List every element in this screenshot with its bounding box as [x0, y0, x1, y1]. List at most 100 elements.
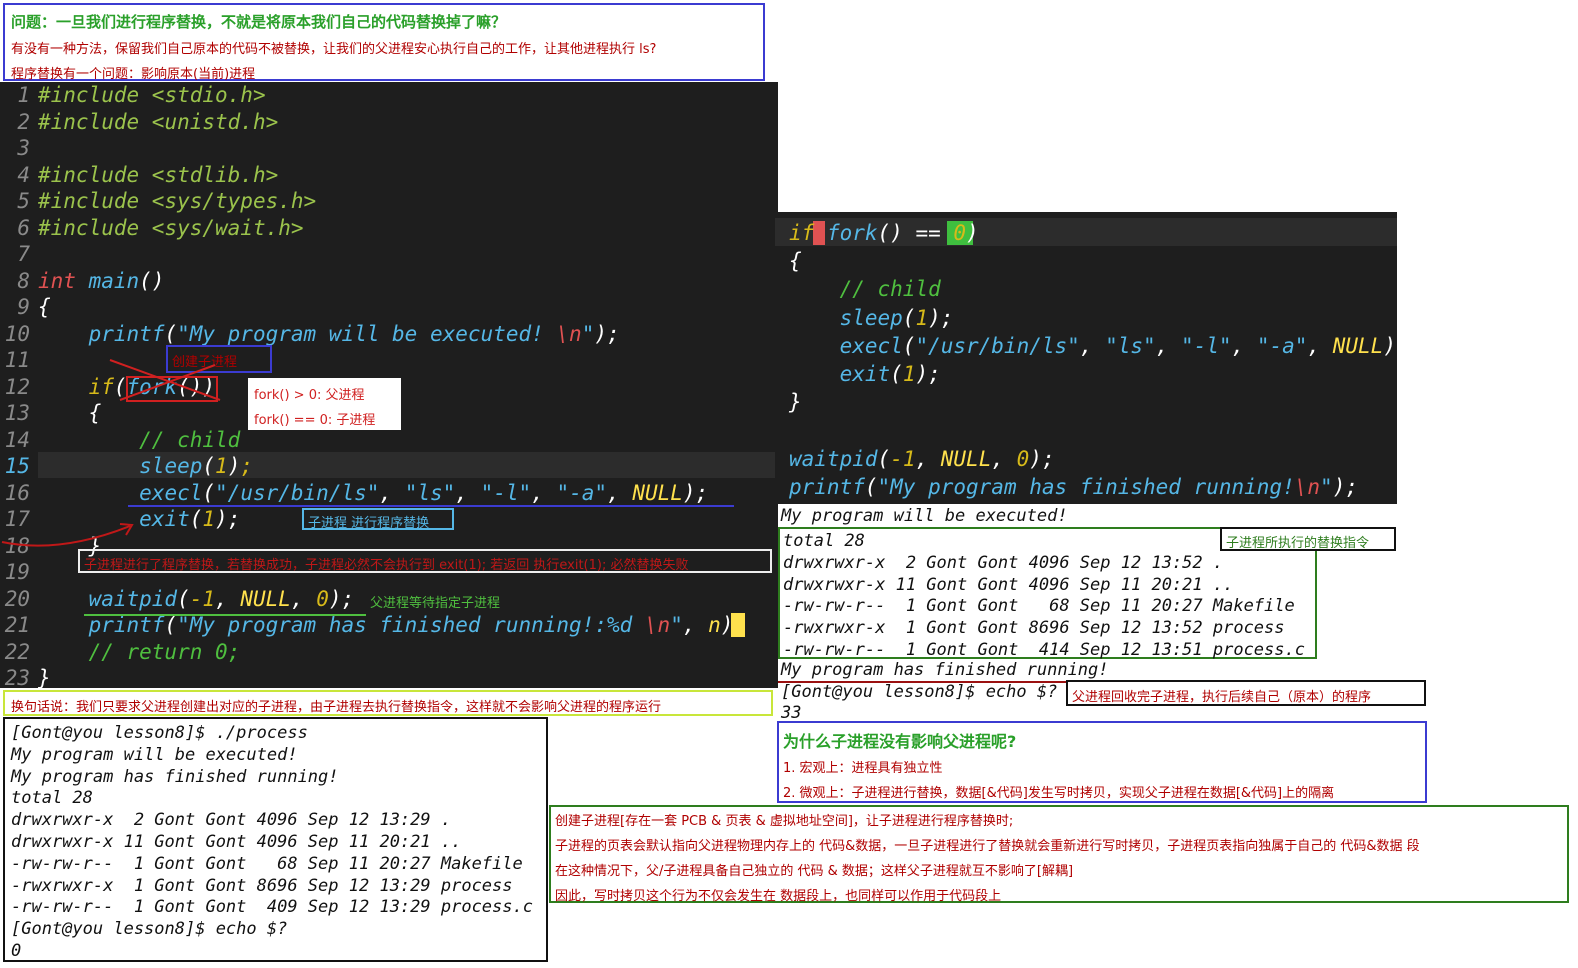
code-token: ,: [1231, 333, 1257, 358]
code-line[interactable]: 16 execl("/usr/bin/ls", "ls", "-l", "-a"…: [0, 480, 709, 506]
code-token: );: [928, 305, 954, 330]
line-number: 3: [17, 136, 30, 160]
code-token: ": [581, 321, 595, 346]
code-line[interactable]: 6 #include <sys/wait.h>: [0, 215, 303, 241]
code-token: if: [789, 221, 815, 245]
line-number: 23: [4, 666, 30, 690]
code-line[interactable]: exit(1);: [789, 361, 941, 387]
code-line[interactable]: 13 {: [0, 400, 102, 426]
code-token: 1: [902, 362, 916, 386]
code-token: ,: [682, 613, 709, 637]
code-line[interactable]: 20 waitpid(-1, NULL, 0);: [0, 586, 354, 612]
code-line[interactable]: printf("My program has finished running!…: [789, 474, 1358, 500]
code-token: 1: [915, 305, 929, 330]
code-line[interactable]: 1 #include <stdio.h>: [0, 82, 266, 108]
code-line[interactable]: // child: [789, 276, 941, 302]
code-line[interactable]: 4 #include <stdlib.h>: [0, 162, 278, 188]
code-token: (: [877, 446, 891, 471]
code-token: #include: [38, 83, 152, 107]
terminal-line: drwxrwxr-x 2 Gont Gont 4096 Sep 12 13:52…: [783, 552, 1224, 573]
question-title: 问题：一旦我们进行程序替换，不就是将原本我们自己的代码替换掉了嘛？: [11, 13, 507, 31]
line-number: 12: [4, 374, 30, 399]
why-title: 为什么子进程没有影响父进程呢?: [783, 732, 1017, 751]
code-token: <stdio.h>: [151, 83, 266, 107]
code-line[interactable]: 5 #include <sys/types.h>: [0, 188, 316, 214]
explain-line: 因此，写时拷贝这个行为不仅会发生在 数据段上，也同样可以作用于代码段上: [555, 889, 1002, 904]
code-token: #include: [38, 162, 152, 187]
line-number: 7: [17, 242, 30, 266]
code-token: (: [177, 586, 190, 611]
code-line[interactable]: 15 sleep(1);: [0, 453, 253, 479]
code-token: (: [164, 613, 178, 637]
line-number: 11: [4, 348, 30, 372]
terminal-line: My program will be executed!: [781, 506, 1068, 526]
code-token: ): [966, 221, 979, 245]
line-number: 14: [4, 427, 30, 452]
code-token: ,: [290, 586, 317, 611]
code-line[interactable]: sleep(1);: [789, 305, 954, 331]
code-line[interactable]: 10 printf("My program will be executed! …: [0, 321, 620, 347]
code-token: n: [708, 613, 721, 637]
code-token: NULL: [632, 480, 683, 505]
code-token: \n: [644, 613, 671, 637]
line-number: 9: [17, 295, 30, 319]
left-terminal[interactable]: [Gont@you lesson8]$ ./process My program …: [3, 717, 548, 962]
line-number: 13: [4, 401, 30, 425]
child-note-label: 子进程进行了程序替换，若替换成功，子进程必然不会执行到 exit(1); 若返回…: [84, 558, 689, 573]
code-token: }: [38, 666, 51, 690]
code-line[interactable]: 23}: [0, 665, 51, 691]
code-token: (: [902, 305, 916, 330]
code-token: ,: [215, 586, 241, 611]
code-token: NULL: [940, 446, 992, 471]
code-token: ): [227, 454, 241, 478]
code-line[interactable]: 7: [0, 241, 38, 267]
fork-return-box: fork() > 0: 父进程 fork() == 0: 子进程: [248, 378, 401, 430]
code-line[interactable]: 11: [0, 347, 38, 373]
terminal-line: -rw-rw-r-- 1 Gont Gont 68 Sep 11 20:27 M…: [11, 853, 523, 874]
code-line[interactable]: 3: [0, 135, 38, 161]
code-token: ,: [1155, 333, 1181, 358]
code-line[interactable]: execl("/usr/bin/ls", "ls", "-l", "-a", N…: [789, 333, 1409, 359]
code-line[interactable]: 9{: [0, 294, 50, 320]
code-token: "My program will be executed!: [177, 321, 557, 346]
question-line: 有没有一种方法，保留我们自己原本的代码不被替换，让我们的父进程安心执行自己的工作…: [11, 42, 657, 57]
terminal-line: total 28: [11, 788, 93, 809]
summary-text: 换句话说：我们只要求父进程创建出对应的子进程，由子进程去执行替换指令，这样就不会…: [11, 700, 662, 715]
terminal-line: [Gont@you lesson8]$ ./process: [11, 723, 308, 743]
code-line[interactable]: waitpid(-1, NULL, 0);: [789, 446, 1055, 472]
line-number: 20: [4, 586, 30, 611]
right-code-editor[interactable]: if(fork() == 0){ // child sleep(1); exec…: [775, 212, 1409, 504]
code-line[interactable]: if(fork() == 0): [789, 220, 979, 246]
code-line[interactable]: 19: [0, 559, 38, 585]
terminal-line: -rw-rw-r-- 1 Gont Gont 414 Sep 12 13:51 …: [783, 639, 1305, 660]
code-token: );: [915, 362, 941, 386]
code-token: ": [1320, 474, 1333, 499]
code-token: "ls": [404, 480, 456, 505]
code-token: fork: [826, 221, 878, 245]
code-token: printf: [88, 613, 165, 637]
code-line[interactable]: }: [789, 389, 802, 415]
code-line[interactable]: 8 int main(): [0, 268, 164, 294]
code-token: (: [814, 221, 827, 245]
code-line[interactable]: {: [789, 248, 802, 274]
code-token: NULL: [240, 586, 291, 611]
terminal-line: drwxrwxr-x 2 Gont Gont 4096 Sep 12 13:29…: [11, 810, 452, 831]
n-highlight: [731, 613, 745, 637]
code-line[interactable]: 22 // return 0;: [0, 639, 241, 665]
code-token: );: [328, 586, 355, 611]
explain-box: 创建子进程[存在一套 PCB & 页表 & 虚拟地址空间]，让子进程进行程序替换…: [549, 805, 1569, 904]
code-token: "-a": [556, 480, 608, 505]
line-number: 19: [4, 560, 30, 584]
code-token: exit: [139, 507, 190, 531]
code-token: "-a": [1256, 333, 1308, 358]
fork-gt0-label: fork() > 0: 父进程: [254, 388, 365, 403]
terminal-line: [Gont@you lesson8]$ echo $?: [11, 919, 288, 940]
code-line[interactable]: 2 #include <unistd.h>: [0, 109, 278, 135]
code-line[interactable]: 14 // child: [0, 427, 241, 453]
